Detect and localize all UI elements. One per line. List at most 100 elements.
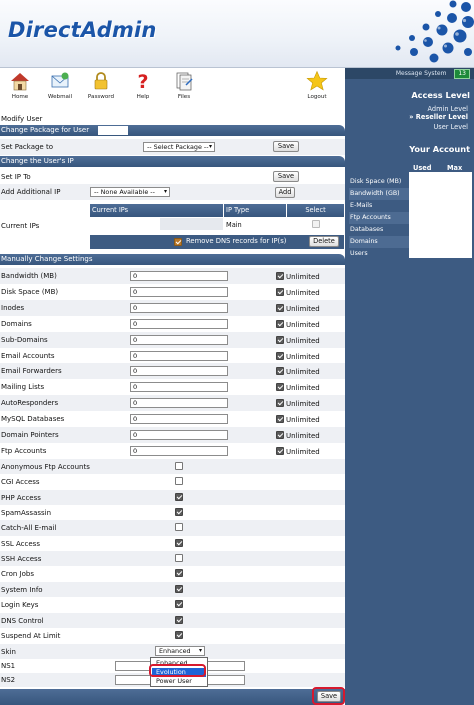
setting-row: Domain Pointers 0 Unlimited (0, 427, 345, 443)
package-select-value: -- Select Package -- (147, 143, 209, 151)
toolbar-password[interactable]: Password (81, 70, 121, 100)
setting-label: Domain Pointers (1, 431, 59, 439)
level-reseller-link[interactable]: » Reseller Level (409, 113, 468, 121)
feature-checkbox[interactable] (175, 508, 183, 517)
unlimited-checkbox[interactable] (276, 351, 284, 360)
setting-value-input[interactable]: 0 (130, 286, 228, 297)
directadmin-logo: DirectAdmin (8, 18, 157, 42)
access-level-title: Access Level (411, 90, 470, 100)
message-count-badge: 13 (454, 68, 470, 79)
unlimited-label: Unlimited (286, 304, 320, 313)
unlimited-checkbox[interactable] (276, 446, 284, 455)
save-ip-button[interactable]: Save (273, 171, 299, 182)
setting-value-input[interactable]: 0 (130, 302, 228, 313)
unlimited-checkbox[interactable] (276, 367, 284, 376)
feature-checkbox[interactable] (175, 554, 183, 563)
toolbar-home-label: Home (11, 94, 29, 100)
setting-value-input[interactable]: 0 (130, 350, 228, 361)
feature-checkbox[interactable] (175, 569, 183, 578)
setting-value-input[interactable]: 0 (130, 414, 228, 425)
toolbar-files[interactable]: Files (164, 70, 204, 100)
add-ip-button[interactable]: Add (275, 187, 295, 198)
setting-label: Inodes (1, 303, 25, 312)
ip-col-type: IP Type (224, 204, 286, 217)
svg-text:?: ? (137, 71, 148, 92)
unlimited-checkbox[interactable] (276, 272, 284, 280)
setting-value-input[interactable]: 0 (130, 398, 228, 409)
setting-label: Domains (1, 319, 32, 328)
feature-checkbox[interactable] (175, 630, 183, 639)
resource-ftp-accounts: Ftp Accounts (349, 212, 409, 224)
feature-checkbox[interactable] (175, 600, 183, 609)
unlimited-label: Unlimited (286, 447, 320, 456)
message-system-link[interactable]: Message System (396, 70, 447, 77)
unlimited-checkbox[interactable] (276, 287, 284, 296)
feature-checkbox[interactable] (175, 538, 183, 547)
unlimited-checkbox[interactable] (276, 415, 284, 424)
unlimited-label: Unlimited (286, 320, 320, 329)
setting-value-input[interactable]: 0 (130, 382, 228, 393)
unlimited-checkbox[interactable] (276, 335, 284, 344)
feature-checkbox[interactable] (175, 523, 183, 532)
skin-select[interactable]: Enhanced ▾ (155, 646, 205, 656)
setting-value-input[interactable]: 0 (130, 366, 228, 377)
bottom-save-bar: Save (0, 689, 345, 705)
setting-row: Inodes 0 Unlimited (0, 299, 345, 316)
toolbar-help[interactable]: ? Help (123, 70, 163, 100)
section-change-ip: Change the User's IP (0, 156, 345, 167)
section-manual-settings-title: Manually Change Settings (1, 255, 93, 263)
setting-row: Email Forwarders 0 Unlimited (0, 363, 345, 380)
feature-checkbox[interactable] (175, 477, 183, 486)
skin-option-power-user[interactable]: Power User (152, 677, 206, 686)
save-package-button[interactable]: Save (273, 141, 299, 152)
lock-icon (94, 72, 108, 90)
ip-actions-bar: Remove DNS records for IP(s) Delete (90, 235, 344, 249)
save-highlight-box (312, 687, 345, 705)
remove-dns-checkbox[interactable] (174, 238, 182, 246)
unlimited-checkbox[interactable] (276, 303, 284, 312)
setting-label: Email Forwarders (1, 367, 62, 376)
resource-bandwidth: Bandwidth (GB) (349, 188, 409, 200)
feature-checkbox[interactable] (175, 584, 183, 593)
row-set-ip: Set IP To Save (0, 169, 345, 184)
setting-label: Sub-Domains (1, 335, 48, 344)
additional-ip-select[interactable]: -- None Available -- ▾ (90, 187, 170, 197)
resource-emails: E-Mails (350, 202, 373, 209)
setting-value-input[interactable]: 0 (130, 318, 228, 329)
setting-value-input[interactable]: 0 (130, 334, 228, 345)
feature-label: Cron Jobs (1, 570, 34, 579)
level-user-link[interactable]: User Level (433, 123, 468, 131)
ip-select-checkbox[interactable] (312, 220, 320, 228)
ip-col-current: Current IPs (90, 204, 223, 217)
package-select[interactable]: -- Select Package -- ▾ (143, 142, 215, 152)
toolbar-home[interactable]: Home (0, 70, 40, 100)
toolbar-password-label: Password (87, 94, 115, 100)
resource-domains: Domains (349, 236, 409, 248)
unlimited-label: Unlimited (286, 384, 320, 393)
feature-checkbox[interactable] (175, 615, 183, 624)
unlimited-checkbox[interactable] (276, 431, 284, 439)
unlimited-checkbox[interactable] (276, 319, 284, 328)
logo-dots-graphic (395, 0, 474, 63)
setting-value-input[interactable]: 0 (130, 430, 228, 440)
unlimited-checkbox[interactable] (276, 383, 284, 392)
unlimited-checkbox[interactable] (276, 399, 284, 408)
delete-ip-button[interactable]: Delete (309, 236, 339, 247)
toolbar-logout[interactable]: Logout (297, 70, 337, 100)
toolbar-webmail[interactable]: Webmail (40, 70, 80, 100)
feature-checkbox[interactable] (175, 462, 183, 470)
help-icon: ? (137, 71, 148, 92)
setting-value-input[interactable]: 0 (130, 445, 228, 456)
feature-label: Suspend At Limit (1, 631, 61, 640)
current-ips-label: Current IPs (1, 222, 40, 230)
setting-label: Email Accounts (1, 351, 55, 360)
section-manual-settings: Manually Change Settings (0, 254, 345, 265)
feature-row: Anonymous Ftp Accounts (0, 459, 345, 475)
message-system-bar[interactable]: Message System 13 (345, 68, 474, 79)
setting-label: Ftp Accounts (1, 446, 47, 455)
feature-checkbox[interactable] (175, 492, 183, 501)
level-admin-link[interactable]: Admin Level (427, 105, 468, 113)
set-ip-label: Set IP To (1, 173, 31, 181)
setting-value-input[interactable]: 0 (130, 271, 228, 281)
right-sidebar: Message System 13 Access Level Admin Lev… (345, 68, 474, 705)
